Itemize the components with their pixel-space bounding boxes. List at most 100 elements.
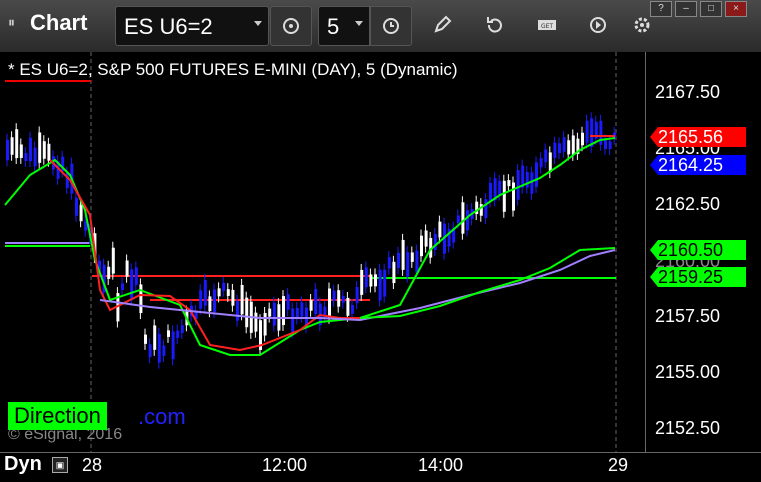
candle-body xyxy=(38,132,42,163)
candle-body xyxy=(383,269,387,297)
lock-icon[interactable]: ▣ xyxy=(52,457,68,473)
candle-body xyxy=(355,287,359,304)
candle-body xyxy=(567,140,571,155)
candle-body xyxy=(19,144,23,158)
candle-body xyxy=(516,170,520,200)
candle-body xyxy=(512,182,515,211)
candle-body xyxy=(581,132,584,146)
candle-body xyxy=(599,120,603,145)
candle-body xyxy=(180,325,184,333)
candle-body xyxy=(309,299,313,311)
mode-label[interactable]: Dyn xyxy=(4,453,42,476)
candle-body xyxy=(466,210,469,231)
candle-body xyxy=(107,266,111,279)
candle-body xyxy=(286,294,290,310)
candle-body xyxy=(15,129,19,159)
candle-body xyxy=(217,288,221,297)
candle-body xyxy=(240,284,244,315)
candle-body xyxy=(245,297,249,328)
minimize-button[interactable]: – xyxy=(675,1,697,17)
candle-body xyxy=(535,162,538,187)
candle-body xyxy=(75,197,78,216)
candle-body xyxy=(410,252,414,262)
candle-body xyxy=(208,296,212,312)
candle-body xyxy=(502,180,506,212)
candle-body xyxy=(24,153,28,162)
badge-last-price: 2164.25 xyxy=(650,155,746,175)
candle-body xyxy=(424,230,428,247)
brand-label: Direction xyxy=(8,402,107,430)
candle-body xyxy=(203,280,207,306)
candle-body xyxy=(254,312,258,332)
badge-ma-slow: 2160.50 xyxy=(650,240,746,260)
candle-body xyxy=(585,120,589,143)
candle-body xyxy=(401,239,405,270)
candle-body xyxy=(10,137,14,155)
candle-body xyxy=(295,307,299,319)
time-tick: 28 xyxy=(82,455,103,475)
candle-body xyxy=(438,221,442,238)
candle-body xyxy=(364,267,368,288)
candle-body xyxy=(461,202,465,234)
candle-body xyxy=(332,290,336,301)
candle-body xyxy=(199,290,203,309)
candle-body xyxy=(341,295,345,303)
candle-body xyxy=(539,158,543,168)
candle-body xyxy=(33,147,37,167)
candle-body xyxy=(553,142,557,158)
candle-body xyxy=(608,141,612,150)
candle-body xyxy=(111,247,115,274)
candle-body xyxy=(153,325,157,350)
candle-body xyxy=(6,139,9,161)
candle-body xyxy=(213,289,216,313)
price-tick: 2157.50 xyxy=(655,306,721,326)
maximize-button[interactable]: □ xyxy=(700,1,722,17)
title-underline xyxy=(5,80,91,82)
candle-body xyxy=(346,297,350,316)
candle-body xyxy=(148,344,152,358)
price-tick: 2152.50 xyxy=(655,418,721,438)
candle-body xyxy=(157,333,161,363)
candle-body xyxy=(300,302,304,317)
candle-body xyxy=(139,284,143,314)
candle-body xyxy=(314,288,318,315)
candle-body xyxy=(378,269,382,301)
candle-body xyxy=(360,269,364,295)
candle-body xyxy=(415,250,419,273)
candle-body xyxy=(167,330,170,337)
time-tick: 14:00 xyxy=(418,455,464,475)
time-axis[interactable] xyxy=(0,452,761,482)
candle-body xyxy=(507,180,511,187)
candle-body xyxy=(272,302,276,326)
help-button[interactable]: ? xyxy=(650,1,672,17)
candle-body xyxy=(406,252,410,277)
candle-body xyxy=(420,235,423,257)
candle-body xyxy=(337,290,341,307)
candle-body xyxy=(231,289,235,306)
close-button[interactable]: × xyxy=(725,1,747,17)
price-tick: 2167.50 xyxy=(655,82,721,102)
candle-body xyxy=(558,143,561,154)
brand-suffix: .com xyxy=(138,404,186,429)
time-tick: 12:00 xyxy=(262,455,308,475)
candle-body xyxy=(489,182,492,202)
candle-body xyxy=(226,289,230,296)
candle-body xyxy=(498,180,502,195)
candle-body xyxy=(29,137,32,162)
price-tick: 2162.50 xyxy=(655,194,721,214)
candle-body xyxy=(282,296,285,326)
candle-body xyxy=(544,149,548,163)
candle-body xyxy=(484,199,488,219)
candle-body xyxy=(525,172,529,188)
chart-title: * ES U6=2, S&P 500 FUTURES E-MINI (DAY),… xyxy=(8,60,458,79)
candle-body xyxy=(562,137,566,152)
candle-body xyxy=(456,215,460,223)
candle-body xyxy=(530,172,534,194)
price-tick: 2155.00 xyxy=(655,362,721,382)
candle-body xyxy=(433,234,437,251)
candle-body xyxy=(134,267,138,285)
candle-body xyxy=(369,274,373,287)
candle-body xyxy=(387,257,391,269)
candle-body xyxy=(121,283,124,291)
candle-body xyxy=(130,269,134,301)
